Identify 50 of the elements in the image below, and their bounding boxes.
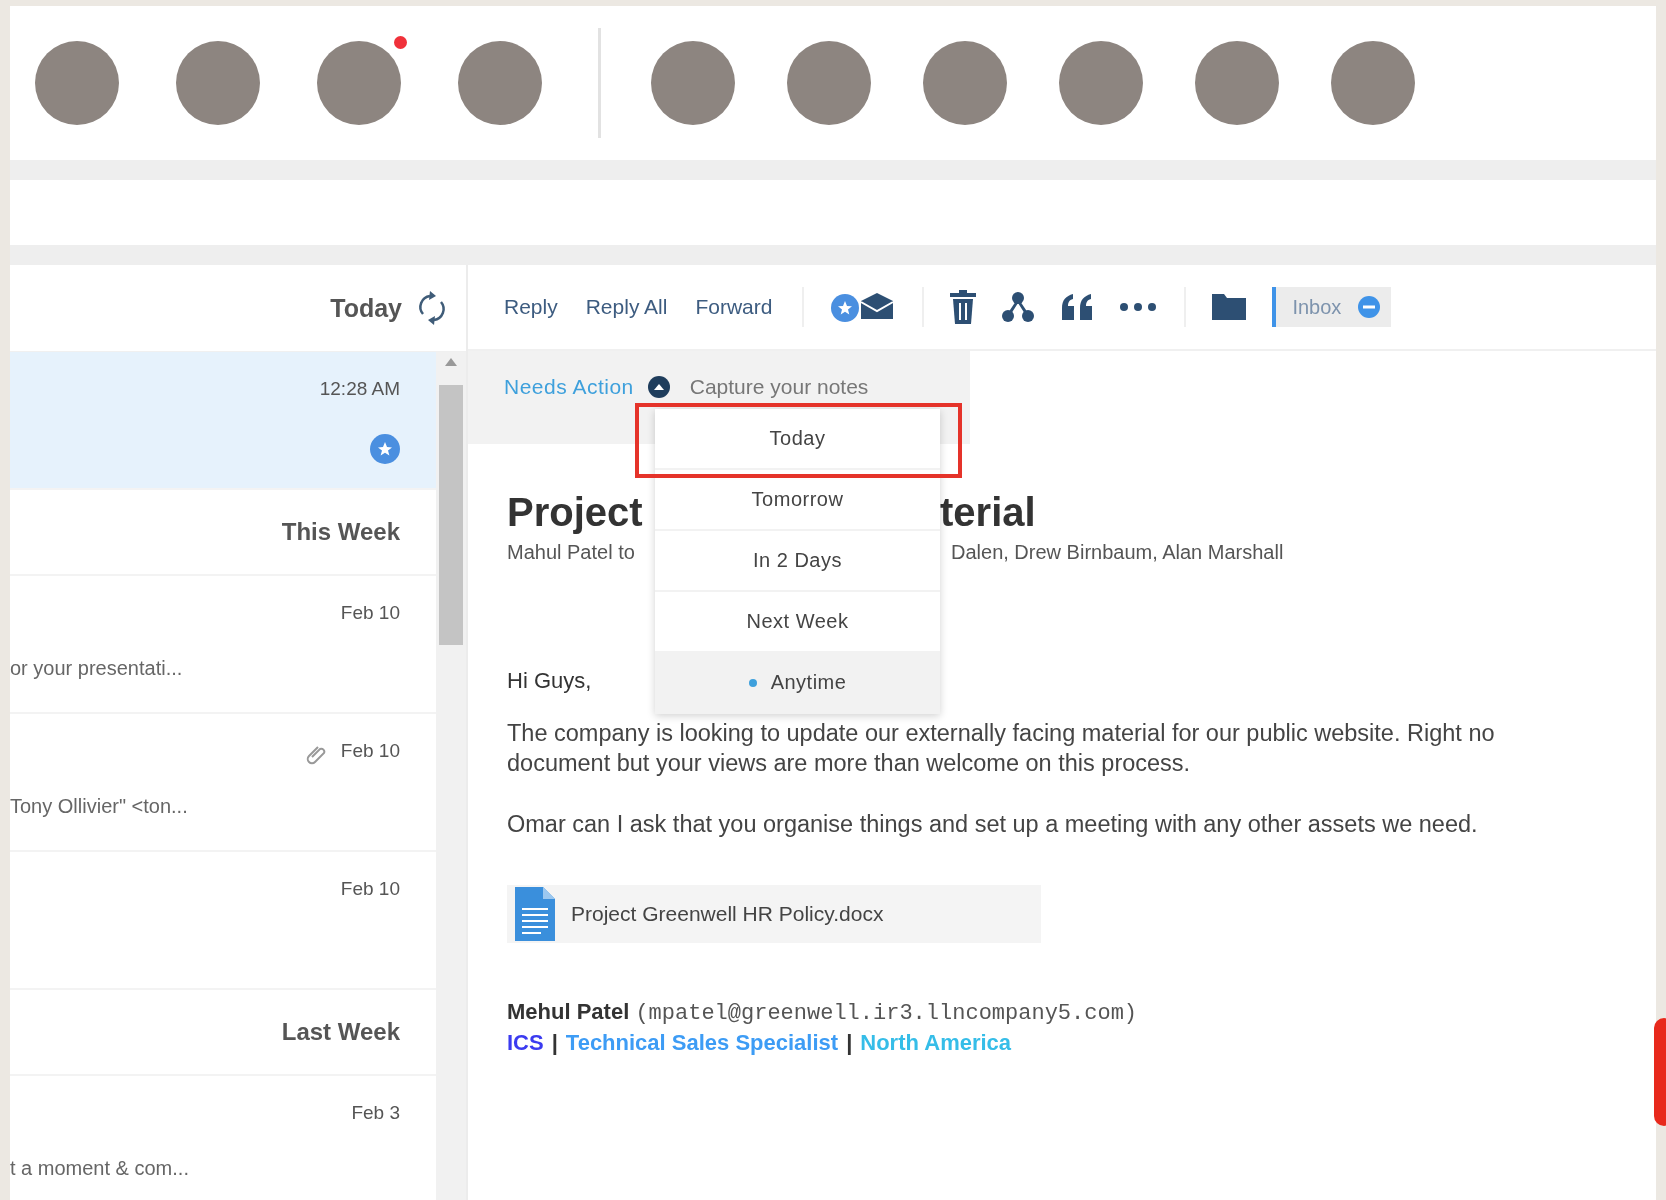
message-preview: Tony Ollivier" <ton... bbox=[10, 795, 188, 818]
quote-icon[interactable] bbox=[1060, 294, 1095, 320]
group-heading: This Week bbox=[281, 518, 400, 546]
chevron-up-circle-icon[interactable] bbox=[647, 375, 670, 398]
nodes-icon[interactable] bbox=[1002, 291, 1035, 323]
minus-circle-icon[interactable] bbox=[1357, 295, 1382, 319]
message-preview: or your presentati... bbox=[10, 657, 183, 680]
list-heading: Today bbox=[330, 293, 402, 323]
email-subject: Project bbox=[507, 490, 643, 535]
recipients-line: Dalen, Drew Birnbaum, Alan Marshall bbox=[951, 541, 1284, 564]
menu-item[interactable]: Tomorrow bbox=[655, 470, 940, 531]
starred-mail-icon[interactable] bbox=[830, 291, 895, 323]
signature-text: North America bbox=[860, 1030, 1012, 1056]
attachment-chip[interactable]: Project Greenwell HR Policy.docx bbox=[507, 885, 1041, 943]
message-time: Feb 10 bbox=[340, 602, 400, 624]
toolbar-action[interactable]: Forward bbox=[695, 295, 773, 319]
refresh-icon[interactable] bbox=[416, 290, 448, 326]
scrollbar-thumb[interactable] bbox=[439, 385, 463, 645]
email-subject: terial bbox=[940, 490, 1036, 535]
message-time: Feb 10 bbox=[340, 878, 400, 900]
attachment-name: Project Greenwell HR Policy.docx bbox=[571, 902, 884, 926]
more-icon[interactable] bbox=[1120, 303, 1157, 311]
message-row[interactable]: 12:28 AM bbox=[10, 352, 436, 490]
group-heading: Last Week bbox=[281, 1018, 400, 1046]
selected-dot bbox=[748, 678, 757, 687]
scroll-up-icon[interactable] bbox=[445, 358, 457, 366]
signature-text: | bbox=[551, 1030, 558, 1056]
document-icon bbox=[515, 887, 555, 941]
message-preview: t a moment & com... bbox=[10, 1157, 189, 1180]
signature-text: Technical Sales Specialist bbox=[565, 1030, 839, 1056]
email-paragraph: The company is looking to update our externally facing material for our public website. Right no document but your views are more than welcome on this process. bbox=[507, 719, 1495, 778]
menu-item[interactable]: Today bbox=[655, 409, 940, 470]
sender-line: Mahul Patel to bbox=[507, 541, 635, 564]
notes-field[interactable]: Capture your notes bbox=[683, 374, 900, 399]
toolbar-action[interactable]: Reply All bbox=[585, 295, 668, 319]
message-time: Feb 3 bbox=[351, 1102, 400, 1124]
email-greeting: Hi Guys, bbox=[507, 668, 592, 694]
message-time: 12:28 AM bbox=[319, 378, 400, 400]
signature-name: Mehul Patel bbox=[507, 999, 630, 1024]
menu-item[interactable]: In 2 Days bbox=[655, 531, 940, 592]
signature-text: | bbox=[846, 1030, 853, 1056]
folder-icon[interactable] bbox=[1212, 294, 1247, 320]
signature-email: (mpatel@greenwell.ir3.llncompany5.com) bbox=[635, 1001, 1138, 1026]
menu-item[interactable]: Anytime bbox=[655, 653, 940, 714]
email-paragraph: Omar can I ask that you organise things and set up a meeting with any other assets we need. bbox=[507, 810, 1478, 839]
message-time: Feb 10 bbox=[340, 740, 400, 762]
toolbar-action[interactable]: Reply bbox=[504, 295, 558, 319]
signature-text: ICS bbox=[507, 1030, 544, 1056]
trash-icon[interactable] bbox=[950, 290, 977, 324]
scrollbar[interactable] bbox=[436, 352, 466, 1200]
